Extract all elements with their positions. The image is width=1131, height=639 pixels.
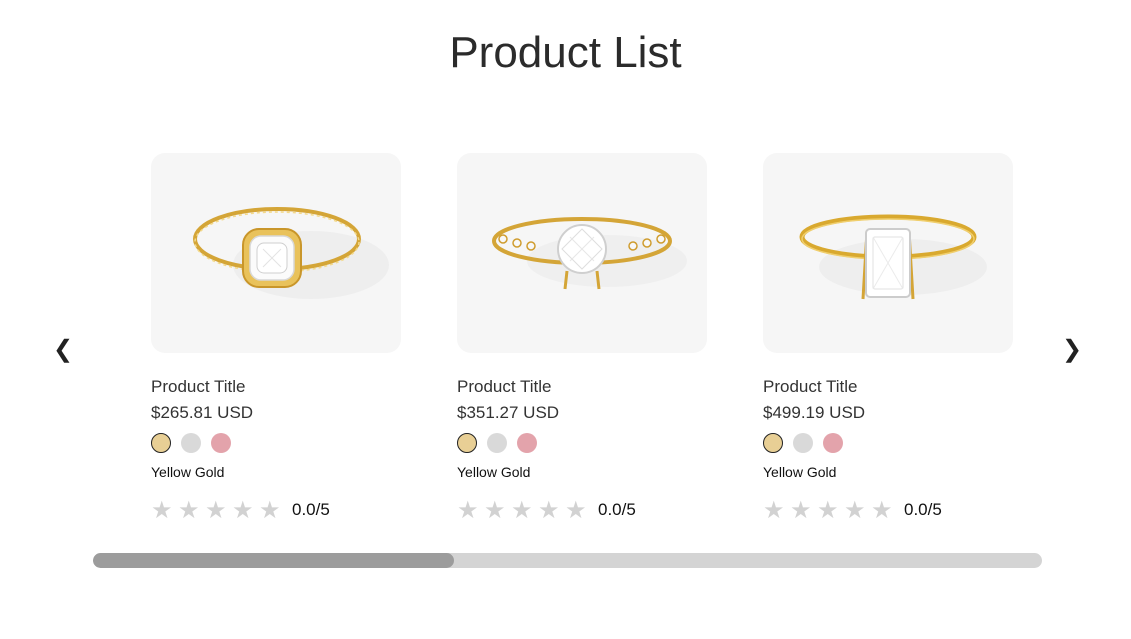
selected-metal-label: Yellow Gold (151, 464, 225, 480)
color-swatches (151, 433, 401, 453)
product-carousel: Product Title $265.81 USD Yellow Gold ★ … (151, 153, 1013, 533)
selected-metal-label: Yellow Gold (763, 464, 837, 480)
rating-value: 0.0/5 (904, 500, 942, 519)
star-icon: ★ (151, 496, 173, 524)
rating: ★ ★ ★ ★ ★ 0.0/5 (151, 497, 401, 523)
ring-solitaire-image (799, 214, 987, 300)
color-swatches (763, 433, 1013, 453)
star-icon: ★ (232, 496, 254, 524)
star-icon: ★ (538, 496, 560, 524)
star-icon: ★ (763, 496, 785, 524)
swatch-white-gold[interactable] (181, 433, 201, 453)
swatch-yellow-gold[interactable] (151, 433, 171, 453)
scrollbar-thumb[interactable] (93, 553, 454, 568)
product-image[interactable] (763, 153, 1013, 353)
swatch-rose-gold[interactable] (211, 433, 231, 453)
ring-vintage-image (492, 217, 687, 290)
swatch-yellow-gold[interactable] (457, 433, 477, 453)
swatch-white-gold[interactable] (793, 433, 813, 453)
star-icon: ★ (844, 496, 866, 524)
star-icon: ★ (205, 496, 227, 524)
swatch-rose-gold[interactable] (823, 433, 843, 453)
star-icon: ★ (511, 496, 533, 524)
product-price: $499.19 USD (763, 403, 866, 422)
ring-halo-image (193, 207, 389, 299)
product-price: $265.81 USD (151, 403, 254, 422)
product-price: $351.27 USD (457, 403, 560, 422)
swatch-rose-gold[interactable] (517, 433, 537, 453)
carousel-scrollbar[interactable] (93, 553, 1042, 568)
rating-value: 0.0/5 (598, 500, 636, 519)
product-card[interactable]: Product Title $265.81 USD Yellow Gold ★ … (151, 153, 401, 523)
star-icon: ★ (457, 496, 479, 524)
rating: ★ ★ ★ ★ ★ 0.0/5 (763, 497, 1013, 523)
product-title[interactable]: Product Title (151, 377, 401, 397)
rating: ★ ★ ★ ★ ★ 0.0/5 (457, 497, 707, 523)
color-swatches (457, 433, 707, 453)
product-card[interactable]: Product Title $499.19 USD Yellow Gold ★ … (763, 153, 1013, 523)
prev-arrow-button[interactable]: ❮ (51, 336, 75, 364)
product-image[interactable] (457, 153, 707, 353)
star-icon: ★ (259, 496, 281, 524)
product-title[interactable]: Product Title (763, 377, 1013, 397)
star-icon: ★ (565, 496, 587, 524)
star-icon: ★ (817, 496, 839, 524)
product-title[interactable]: Product Title (457, 377, 707, 397)
star-icon: ★ (178, 496, 200, 524)
swatch-white-gold[interactable] (487, 433, 507, 453)
selected-metal-label: Yellow Gold (457, 464, 531, 480)
star-icon: ★ (790, 496, 812, 524)
product-image[interactable] (151, 153, 401, 353)
star-icon: ★ (871, 496, 893, 524)
next-arrow-button[interactable]: ❯ (1060, 336, 1084, 364)
product-card[interactable]: Product Title $351.27 USD Yellow Gold ★ … (457, 153, 707, 523)
swatch-yellow-gold[interactable] (763, 433, 783, 453)
star-icon: ★ (484, 496, 506, 524)
rating-value: 0.0/5 (292, 500, 330, 519)
page-title: Product List (449, 28, 682, 77)
